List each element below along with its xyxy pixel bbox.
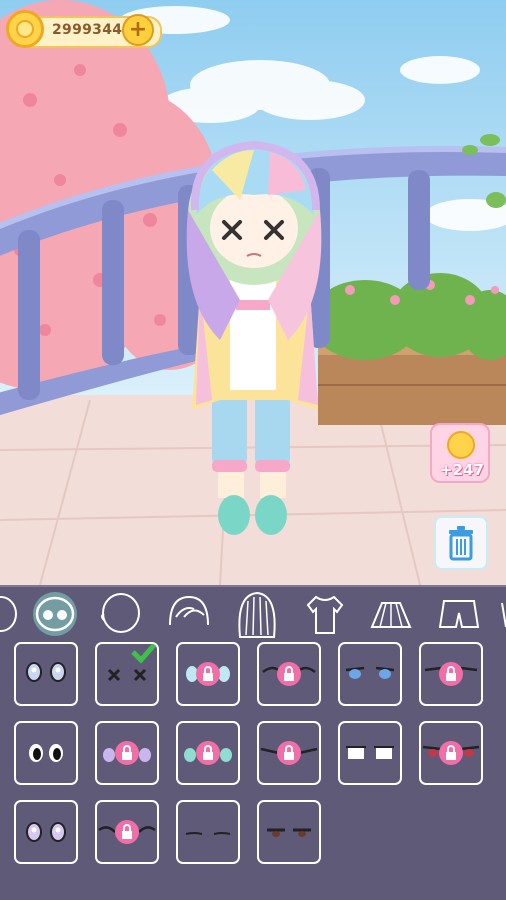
coin-amount: 29993442 (52, 22, 133, 38)
eye-option-lash-wide[interactable] (257, 721, 321, 785)
eye-option-closed[interactable] (176, 800, 240, 864)
eyes-preview-icon (98, 820, 156, 844)
eye-option-blue-sharp[interactable] (338, 642, 402, 706)
eye-option-teal-soft[interactable] (176, 721, 240, 785)
eyes-preview-icon (26, 662, 66, 682)
head-icon (101, 593, 140, 633)
eyes-preview-icon (26, 822, 66, 842)
tab-eyes[interactable] (30, 587, 80, 642)
eye-option-round-blue[interactable] (14, 642, 78, 706)
tab-more[interactable] (496, 587, 506, 642)
game-scene: 29993442 + +247 (0, 0, 506, 585)
tab-bangs[interactable] (164, 587, 214, 642)
eye-option-lashes[interactable] (257, 642, 321, 706)
tab-back-hair[interactable] (232, 587, 282, 642)
eye-option-white-blank[interactable] (338, 721, 402, 785)
tab-shorts[interactable] (434, 587, 484, 642)
add-coins-button[interactable]: + (122, 14, 154, 46)
eyes-preview-icon (184, 741, 232, 765)
shirt-icon (306, 595, 344, 634)
coin-icon (6, 10, 44, 48)
eyes-preview-icon (185, 832, 231, 835)
eyes-preview-icon (107, 644, 157, 682)
shorts-icon (438, 600, 480, 628)
coin-balance: 29993442 + (6, 10, 162, 50)
eyes-preview-icon (186, 662, 230, 686)
tab-face-shape[interactable] (0, 587, 26, 642)
category-toolbar (0, 585, 506, 642)
bangs-icon (169, 595, 209, 626)
more-icon (501, 602, 506, 628)
eye-option-sparkle[interactable] (176, 642, 240, 706)
eye-option-sleepy[interactable] (257, 800, 321, 864)
eye-option-red-shadow[interactable] (419, 721, 483, 785)
eye-option-black-round[interactable] (14, 721, 78, 785)
eyes-preview-icon (345, 666, 395, 679)
trash-button[interactable] (434, 516, 488, 570)
skirt-icon (370, 602, 412, 628)
tab-shirt[interactable] (300, 587, 350, 642)
eyes-preview-icon (267, 828, 311, 837)
coin-icon (447, 431, 475, 459)
tab-head[interactable] (96, 587, 146, 642)
eyes-preview-icon (262, 662, 316, 686)
back-hair-icon (238, 591, 276, 638)
background-illustration (0, 0, 506, 585)
reward-amount: +247 (440, 461, 484, 479)
tab-skirt[interactable] (366, 587, 416, 642)
eyes-preview-icon (424, 662, 478, 686)
eye-option-lilac-round[interactable] (14, 800, 78, 864)
eye-options-grid (0, 640, 506, 900)
eyes-preview-icon (103, 741, 151, 765)
checkmark-icon (131, 644, 157, 664)
eye-option-x-eyes[interactable] (95, 642, 159, 706)
face-shape-icon (0, 596, 17, 632)
eyes-preview-icon (29, 744, 63, 762)
eyes-preview-icon (260, 741, 318, 765)
eye-option-purple-shine[interactable] (95, 721, 159, 785)
eye-option-dark-lash[interactable] (95, 800, 159, 864)
eyes-preview-icon (346, 746, 394, 759)
reward-button[interactable]: +247 (430, 423, 490, 483)
trash-icon (449, 526, 473, 561)
eyes-preview-icon (422, 741, 480, 765)
eyes-icon (33, 592, 77, 636)
eye-option-pink-sharp[interactable] (419, 642, 483, 706)
